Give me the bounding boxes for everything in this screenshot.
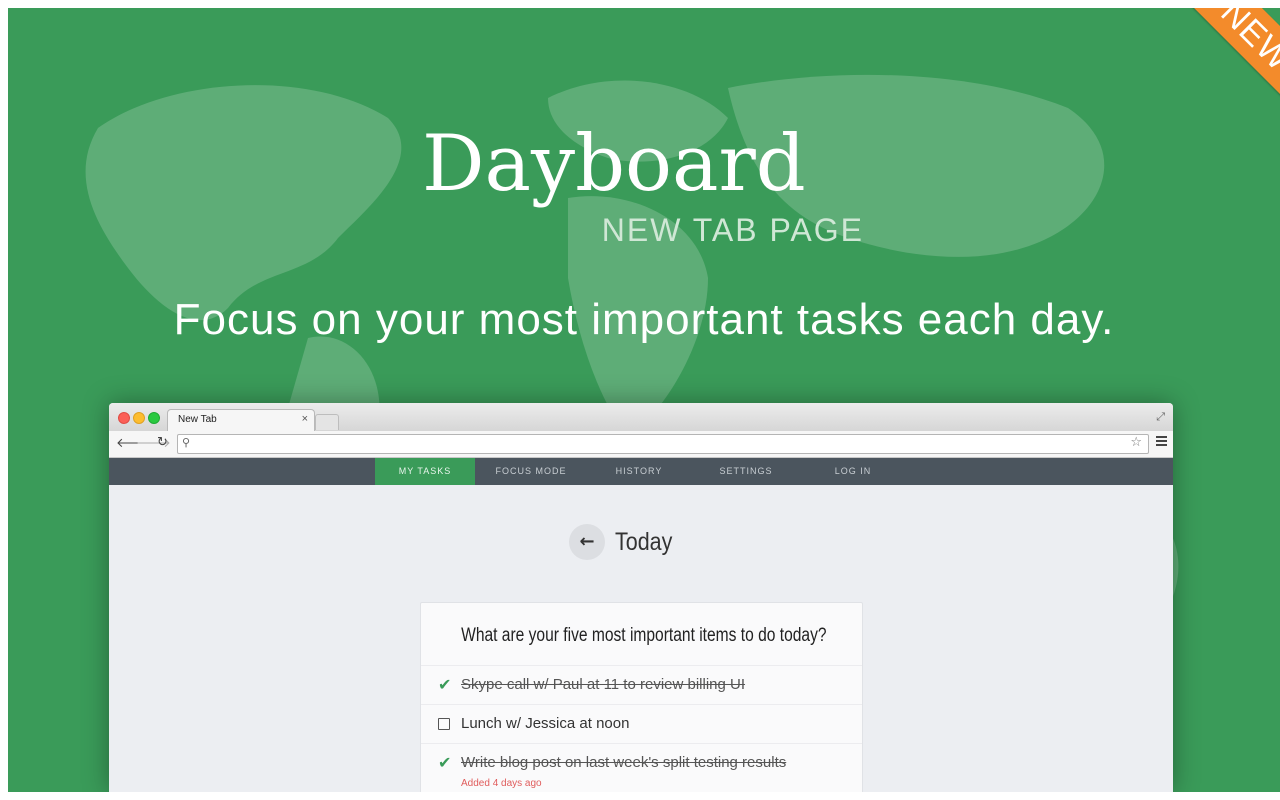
minimize-window-button[interactable] — [133, 412, 145, 424]
app-nav: MY TASKS FOCUS MODE HISTORY SETTINGS LOG… — [109, 458, 1173, 485]
hamburger-menu-icon[interactable] — [1156, 436, 1167, 448]
task-text: Skype call w/ Paul at 11 to review billi… — [461, 676, 746, 693]
task-text: Lunch w/ Jessica at noon — [461, 715, 630, 732]
tab-close-icon[interactable]: × — [302, 413, 308, 425]
task-question: What are your five most important items … — [421, 625, 862, 647]
day-title: Today — [615, 528, 673, 556]
logo-subtitle: NEW TAB PAGE — [601, 212, 864, 248]
task-checkbox[interactable] — [438, 718, 450, 730]
promo-headline: Focus on your most important tasks each … — [173, 295, 1115, 344]
checkmark-icon[interactable]: ✔ — [438, 753, 451, 772]
task-row[interactable]: ✔ Write blog post on last week's split t… — [421, 743, 862, 792]
task-question-text: What are your five most important items … — [461, 625, 827, 646]
zoom-window-button[interactable] — [148, 412, 160, 424]
address-bar[interactable]: ⚲ ☆ — [177, 434, 1149, 454]
task-row[interactable]: Lunch w/ Jessica at noon — [421, 704, 862, 743]
task-card: What are your five most important items … — [420, 602, 863, 792]
new-tab-button[interactable] — [315, 414, 339, 430]
search-icon: ⚲ — [182, 436, 191, 449]
task-text: Write blog post on last week's split tes… — [461, 754, 787, 771]
tab-title: New Tab — [178, 414, 217, 425]
promo-background: NEW Dayboard NEW TAB PAGE Focus on your … — [8, 8, 1280, 792]
task-row[interactable]: ✔ Skype call w/ Paul at 11 to review bil… — [421, 665, 862, 704]
arrow-left-icon: ← — [579, 531, 595, 552]
dayboard-logo: Dayboard — [422, 119, 806, 209]
close-window-button[interactable] — [118, 412, 130, 424]
browser-tab[interactable]: New Tab × — [167, 409, 315, 432]
nav-my-tasks[interactable]: MY TASKS — [375, 458, 475, 485]
nav-history[interactable]: HISTORY — [589, 458, 689, 485]
nav-log-in[interactable]: LOG IN — [803, 458, 903, 485]
browser-toolbar: 🡐 🡒 ↻ ⚲ ☆ — [109, 431, 1173, 458]
browser-window: New Tab × ⤢ 🡐 🡒 ↻ ⚲ ☆ MY TASKS FOCUS MOD… — [109, 403, 1173, 792]
reload-icon[interactable]: ↻ — [157, 435, 168, 450]
nav-focus-mode[interactable]: FOCUS MODE — [481, 458, 581, 485]
browser-titlebar: New Tab × ⤢ — [109, 403, 1173, 432]
task-added-meta: Added 4 days ago — [461, 778, 542, 789]
nav-settings[interactable]: SETTINGS — [696, 458, 796, 485]
previous-day-button[interactable]: ← — [569, 524, 605, 560]
star-icon[interactable]: ☆ — [1130, 435, 1142, 450]
checkmark-icon[interactable]: ✔ — [438, 675, 451, 694]
fullscreen-icon[interactable]: ⤢ — [1156, 410, 1165, 424]
